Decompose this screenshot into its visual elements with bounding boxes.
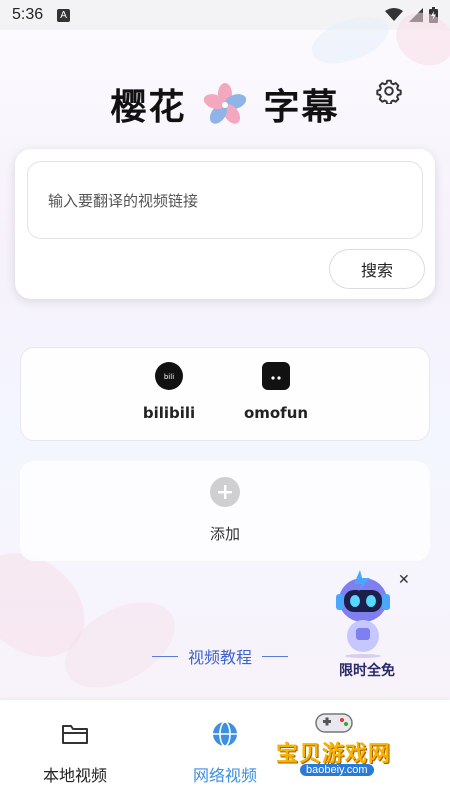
notification-badge: A — [57, 8, 71, 22]
promo-label: 限时全免 — [339, 663, 395, 679]
search-card: 输入要翻译的视频链接 搜索 — [15, 149, 435, 299]
url-input[interactable]: 输入要翻译的视频链接 — [27, 161, 423, 239]
search-button[interactable]: 搜索 — [329, 249, 425, 289]
source-omofun[interactable]: omofun — [221, 362, 331, 422]
robot-mascot-icon — [336, 570, 390, 658]
status-time: 5:36 — [12, 6, 44, 23]
plus-icon — [210, 477, 240, 507]
nav-label: 本地视频 — [42, 766, 107, 785]
source-bilibili[interactable]: bili bilibili — [114, 362, 224, 422]
url-input-placeholder: 输入要翻译的视频链接 — [48, 191, 199, 210]
add-source-card[interactable]: 添加 — [20, 461, 430, 561]
sakura-flower-icon — [203, 83, 247, 124]
app-title-left: 樱花 — [110, 87, 187, 128]
source-label: omofun — [243, 404, 309, 422]
gear-icon — [376, 79, 402, 104]
video-tutorial-link[interactable]: 视频教程 — [152, 644, 289, 668]
watermark-url: baobeiy.com — [300, 764, 374, 776]
tutorial-label: 视频教程 — [188, 648, 253, 667]
bilibili-icon: bili — [155, 362, 183, 390]
svg-text:bili: bili — [164, 373, 174, 381]
cat-icon — [262, 362, 290, 390]
video-source-card: bili bilibili omofun — [20, 347, 430, 441]
divider — [152, 655, 178, 657]
promo-widget[interactable]: ✕ 限时全免 — [322, 566, 412, 680]
globe-icon — [211, 720, 239, 748]
nav-local-video[interactable]: 本地视频 — [0, 700, 150, 800]
add-label: 添加 — [209, 525, 240, 543]
nav-label: 网络视频 — [192, 766, 257, 785]
divider — [262, 655, 289, 657]
app-title-right: 字幕 — [263, 87, 340, 128]
watermark-logo: 宝贝游戏网 baobeiy.com — [270, 706, 420, 796]
folder-icon — [61, 720, 89, 748]
source-label: bilibili — [142, 404, 196, 422]
close-icon[interactable]: ✕ — [398, 572, 410, 588]
gamepad-icon — [315, 713, 353, 733]
settings-button[interactable] — [374, 76, 404, 106]
